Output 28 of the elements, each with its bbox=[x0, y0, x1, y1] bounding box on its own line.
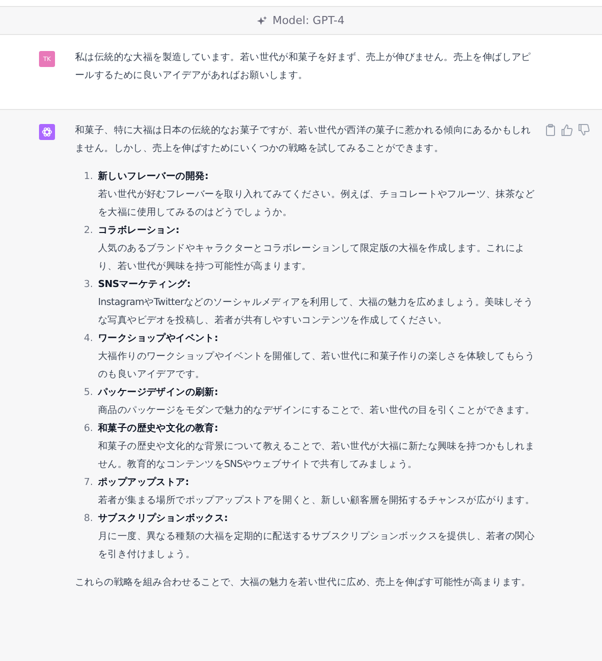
strategy-title: 新しいフレーバーの開発: bbox=[98, 170, 210, 184]
strategy-description: InstagramやTwitterなどのソーシャルメディアを利用して、大福の魅力を広めましょう。美味しそうな写真やビデオを投稿し、若者が共有しやすいコンテンツを作成してください。 bbox=[98, 296, 534, 328]
strategy-title: サブスクリプションボックス: bbox=[98, 512, 229, 526]
strategy-title: ワークショップやイベント: bbox=[98, 332, 219, 346]
list-number: 8. bbox=[82, 512, 93, 526]
list-number: 2. bbox=[82, 224, 93, 238]
strategy-title: 和菓子の歴史や文化の教育: bbox=[98, 422, 219, 436]
model-label: Model: GPT-4 bbox=[272, 14, 345, 27]
assistant-intro: 和菓子、特に大福は日本の伝統的なお菓子ですが、若い世代が西洋の菓子に惹かれる傾向にあるかもしれません。しかし、売上を伸ばすためにいくつかの戦略を試してみることができます。 bbox=[75, 124, 532, 156]
list-number: 3. bbox=[82, 278, 93, 292]
list-number: 5. bbox=[82, 386, 93, 400]
strategy-description: 月に一度、異なる種類の大福を定期的に配送するサブスクリプションボックスを提供し、若者の関心を引き付けましょう。 bbox=[98, 530, 536, 562]
list-number: 4. bbox=[82, 332, 93, 346]
list-number: 6. bbox=[82, 422, 93, 436]
strategy-title: コラボレーション: bbox=[98, 224, 180, 238]
list-number: 7. bbox=[82, 476, 93, 490]
strategy-description: 若い世代が好むフレーバーを取り入れてみてください。例えば、チョコレートやフルーツ、抹茶などを大福に使用してみるのはどうでしょうか。 bbox=[98, 188, 536, 220]
strategy-title: パッケージデザインの刷新: bbox=[98, 386, 219, 400]
strategy-description: 和菓子の歴史や文化的な背景について教えることで、若い世代が大福に新たな興味を持つかもしれません。教育的なコンテンツをSNSやウェブサイトで共有してみましょう。 bbox=[98, 440, 536, 472]
strategy-description: 若者が集まる場所でポップアップストアを開くと、新しい顧客層を開拓するチャンスが広がります。 bbox=[98, 494, 536, 508]
assistant-conclusion: これらの戦略を組み合わせることで、大福の魅力を若い世代に広め、売上を伸ばす可能性が高まります。 bbox=[75, 576, 532, 590]
strategy-title: SNSマーケティング: bbox=[98, 278, 192, 292]
strategy-title: ポップアップストア: bbox=[98, 476, 190, 490]
strategy-description: 商品のパッケージをモダンで魅力的なデザインにすることで、若い世代の目を引くことができます。 bbox=[98, 404, 536, 418]
strategy-description: 大福作りのワークショップやイベントを開催して、若い世代に和菓子作りの楽しさを体験してもらうのも良いアイデアです。 bbox=[98, 350, 536, 382]
list-number: 1. bbox=[82, 170, 93, 184]
strategy-description: 人気のあるブランドやキャラクターとコラボレーションして限定版の大福を作成します。これにより、若い世代が興味を持つ可能性が高まります。 bbox=[98, 242, 526, 274]
user-message: 私は伝統的な大福を製造しています。若い世代が和菓子を好まず、売上が伸びません。売上を伸ばしアピールするために良いアイデアがあればお願いします。 bbox=[75, 51, 532, 83]
